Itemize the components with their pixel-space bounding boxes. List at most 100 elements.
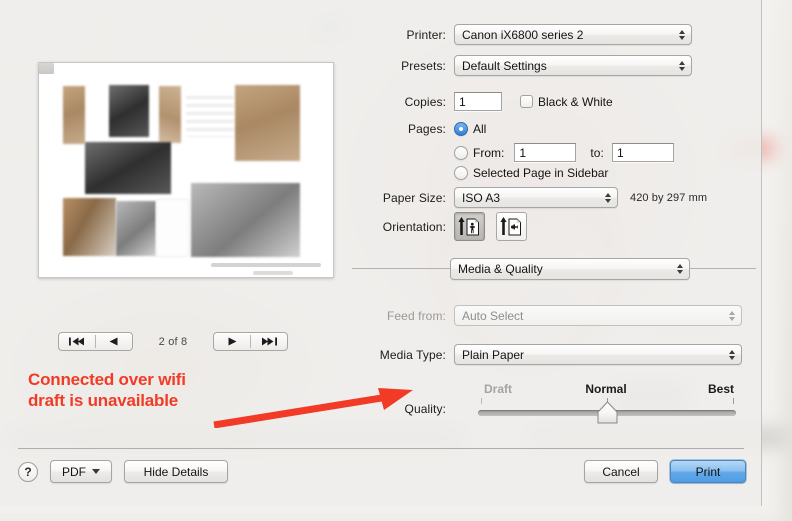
bottom-left-buttons: ? PDF Hide Details bbox=[18, 460, 228, 483]
print-preview-page bbox=[38, 62, 334, 278]
paper-size-value: ISO A3 bbox=[462, 190, 501, 205]
preview-caption bbox=[211, 263, 321, 267]
section-divider-right bbox=[690, 268, 756, 269]
annotation-text: Connected over wifi draft is unavailable bbox=[28, 370, 186, 410]
help-button[interactable]: ? bbox=[18, 461, 38, 482]
hide-details-button[interactable]: Hide Details bbox=[124, 460, 228, 483]
pages-row-from: From: 1 to: 1 bbox=[454, 143, 674, 162]
pages-radio-from[interactable]: From: bbox=[454, 145, 505, 160]
portrait-orientation-button[interactable] bbox=[454, 212, 485, 241]
landscape-orientation-icon bbox=[500, 216, 521, 235]
preview-image bbox=[159, 86, 181, 143]
next-page-icon bbox=[228, 337, 237, 346]
stepper-arrows-icon bbox=[677, 264, 683, 274]
quality-label-draft: Draft bbox=[483, 382, 513, 396]
pane-selector[interactable]: Media & Quality bbox=[450, 258, 690, 280]
pages-row-selected: Selected Page in Sidebar bbox=[454, 166, 608, 180]
quality-tick-best bbox=[733, 398, 734, 404]
media-type-label: Media Type: bbox=[379, 347, 446, 362]
radio-button-icon bbox=[454, 166, 468, 180]
pdf-button[interactable]: PDF bbox=[50, 460, 112, 483]
cancel-button[interactable]: Cancel bbox=[584, 460, 658, 483]
quality-label-normal: Normal bbox=[585, 382, 627, 396]
pane-selector-value: Media & Quality bbox=[458, 262, 543, 276]
pages-radio-all[interactable]: All bbox=[454, 122, 486, 136]
black-and-white-checkbox[interactable]: Black & White bbox=[520, 95, 613, 109]
page-counter: 2 of 8 bbox=[158, 335, 188, 348]
quality-slider-thumb[interactable] bbox=[597, 401, 618, 425]
preview-caption bbox=[253, 271, 293, 275]
preview-image bbox=[85, 142, 171, 194]
printer-select[interactable]: Canon iX6800 series 2 bbox=[454, 24, 692, 45]
feed-from-select: Auto Select bbox=[454, 305, 742, 326]
preview-image bbox=[156, 199, 189, 257]
next-page-button[interactable] bbox=[214, 333, 250, 350]
orientation-label: Orientation: bbox=[382, 219, 446, 234]
pages-from-value: 1 bbox=[519, 145, 527, 160]
last-page-button[interactable] bbox=[251, 333, 287, 350]
first-page-icon bbox=[69, 337, 85, 346]
quality-label-best: Best bbox=[707, 382, 735, 396]
pages-to-label: to: bbox=[590, 145, 604, 160]
printer-value: Canon iX6800 series 2 bbox=[462, 27, 584, 42]
feed-from-row: Feed from: Auto Select bbox=[346, 305, 762, 326]
bottom-right-buttons: Cancel Print bbox=[584, 460, 746, 483]
backdrop-right-edge bbox=[783, 0, 792, 521]
preview-image bbox=[235, 85, 300, 161]
print-button[interactable]: Print bbox=[670, 460, 746, 483]
pages-row-all: Pages: All bbox=[346, 122, 762, 136]
copies-value: 1 bbox=[459, 94, 466, 109]
media-type-row: Media Type: Plain Paper bbox=[346, 344, 762, 365]
paper-size-row: Paper Size: ISO A3 420 by 297 mm bbox=[346, 187, 762, 208]
preview-image bbox=[63, 198, 116, 256]
stepper-arrows-icon bbox=[605, 192, 611, 203]
landscape-orientation-button[interactable] bbox=[496, 212, 527, 241]
pdf-button-label: PDF bbox=[62, 464, 86, 479]
previous-page-button[interactable] bbox=[96, 333, 132, 350]
radio-button-icon bbox=[454, 122, 468, 136]
chevron-down-icon bbox=[92, 469, 100, 474]
paper-dimensions: 420 by 297 mm bbox=[630, 191, 708, 204]
stepper-arrows-icon bbox=[679, 29, 685, 40]
pages-from-input[interactable]: 1 bbox=[514, 143, 577, 162]
pages-from-label: From: bbox=[473, 145, 505, 160]
copies-label: Copies: bbox=[404, 94, 446, 109]
pages-label: Pages: bbox=[408, 122, 446, 136]
stepper-arrows-icon bbox=[729, 349, 735, 360]
previous-page-icon bbox=[109, 337, 118, 346]
dialog-bottom-bar: ? PDF Hide Details Cancel Print bbox=[0, 449, 762, 506]
radio-button-icon bbox=[454, 145, 468, 160]
quality-label: Quality: bbox=[404, 402, 446, 416]
presets-select[interactable]: Default Settings bbox=[454, 55, 692, 76]
presets-value: Default Settings bbox=[462, 58, 547, 73]
print-preview-panel: 2 of 8 Connected over wifi draft is unav… bbox=[0, 0, 413, 448]
pages-all-label: All bbox=[473, 122, 487, 136]
print-options-panel: Printer: Canon iX6800 series 2 Presets: … bbox=[346, 0, 762, 448]
copies-row: Copies: 1 Black & White bbox=[346, 92, 762, 111]
preview-logo bbox=[39, 63, 54, 74]
preview-image bbox=[116, 201, 156, 256]
presets-label: Presets: bbox=[401, 58, 446, 73]
printer-row: Printer: Canon iX6800 series 2 bbox=[346, 24, 762, 45]
page-navigation: 2 of 8 bbox=[0, 332, 346, 351]
pages-to-input[interactable]: 1 bbox=[612, 143, 674, 162]
pages-selected-label: Selected Page in Sidebar bbox=[473, 166, 609, 180]
media-type-select[interactable]: Plain Paper bbox=[454, 344, 742, 365]
page-nav-forward-group bbox=[213, 332, 289, 351]
page-nav-back-group bbox=[57, 332, 133, 351]
paper-size-select[interactable]: ISO A3 bbox=[454, 187, 618, 208]
paper-size-label: Paper Size: bbox=[382, 190, 446, 205]
pages-radio-selected[interactable]: Selected Page in Sidebar bbox=[454, 166, 608, 180]
preview-image bbox=[63, 86, 85, 144]
printer-label: Printer: bbox=[406, 27, 446, 42]
black-and-white-label: Black & White bbox=[538, 94, 613, 109]
orientation-row: Orientation: bbox=[346, 212, 762, 241]
preview-image bbox=[186, 91, 234, 137]
feed-from-label: Feed from: bbox=[386, 308, 446, 323]
copies-input[interactable]: 1 bbox=[454, 92, 502, 111]
first-page-button[interactable] bbox=[59, 333, 95, 350]
stepper-arrows-icon bbox=[729, 310, 735, 321]
print-dialog: 2 of 8 Connected over wifi draft is unav… bbox=[0, 0, 762, 506]
media-type-value: Plain Paper bbox=[462, 347, 525, 362]
feed-from-value: Auto Select bbox=[462, 308, 524, 323]
